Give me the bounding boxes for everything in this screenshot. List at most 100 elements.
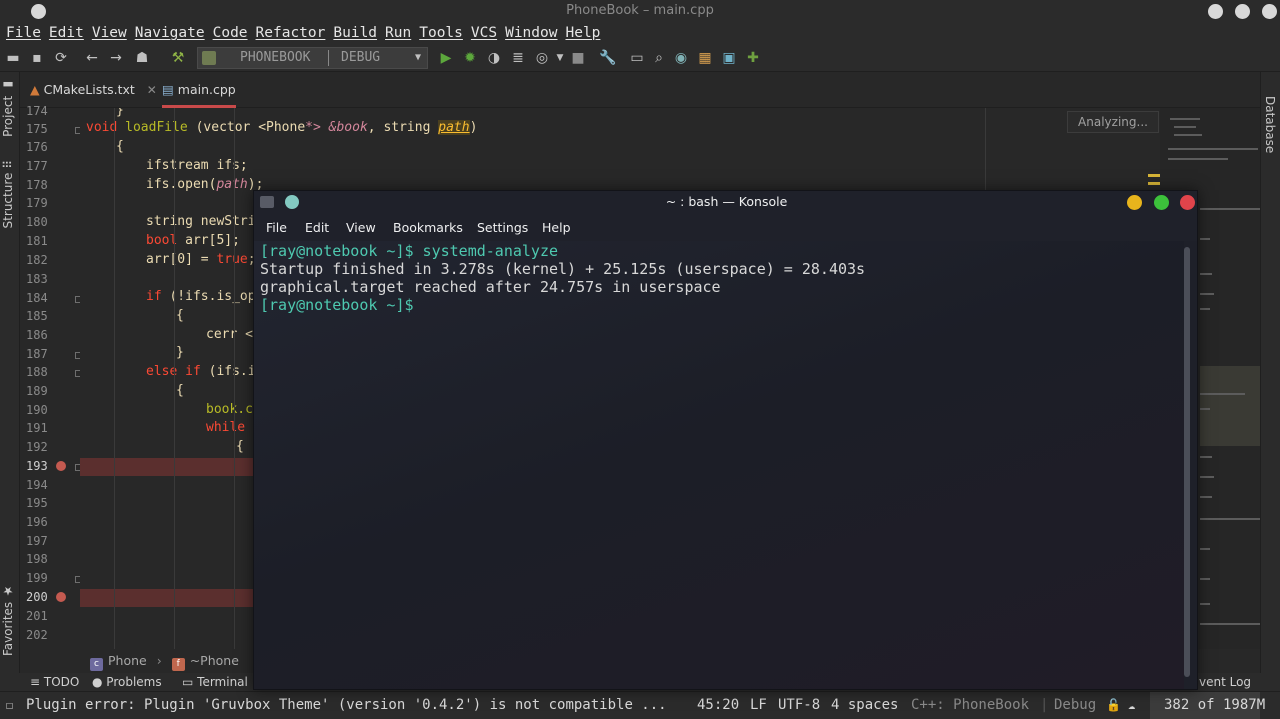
breadcrumb-item[interactable]: f ~Phone: [171, 653, 239, 671]
minimize-button[interactable]: [1208, 4, 1223, 19]
chevron-down-icon[interactable]: ▼: [551, 49, 569, 67]
tab-event-log[interactable]: vent Log: [1199, 675, 1251, 689]
tab-cmakelists[interactable]: ▲ CMakeLists.txt ✕: [30, 72, 157, 108]
konsole-menu-edit[interactable]: Edit: [305, 220, 329, 235]
menu-help[interactable]: Help: [565, 25, 600, 41]
build-config[interactable]: Debug: [1054, 692, 1096, 718]
line-number: 194: [26, 478, 48, 492]
main-toolbar: ▬ ▪ ⟳ ← → ☗ ⚒ PHONEBOOK DEBUG ▼ ▶ ✹ ◑ ≣ …: [0, 44, 1280, 72]
menu-tools[interactable]: Tools: [419, 25, 463, 41]
minimap-line: [1200, 393, 1245, 395]
status-message[interactable]: Plugin error: Plugin 'Gruvbox Theme' (ve…: [26, 692, 667, 718]
konsole-menu-file[interactable]: File: [266, 220, 287, 235]
run-config-selector[interactable]: PHONEBOOK DEBUG ▼: [197, 47, 428, 69]
breadcrumb-item[interactable]: c Phone: [90, 653, 147, 671]
minimap-line: [1200, 518, 1260, 520]
debug-bug-icon[interactable]: ✹: [461, 49, 479, 67]
forward-icon[interactable]: →: [107, 49, 125, 67]
line-number: 199: [26, 571, 48, 585]
stop-icon[interactable]: ■: [569, 49, 587, 67]
code-line: ifstream ifs;: [146, 158, 248, 173]
run-with-icon[interactable]: ◎: [533, 49, 551, 67]
sync-icon[interactable]: ⟳: [52, 49, 70, 67]
layout-icon[interactable]: ▣: [720, 49, 738, 67]
profile-icon[interactable]: ≣: [509, 49, 527, 67]
analyzing-indicator: Analyzing...: [1067, 111, 1159, 133]
menu-view[interactable]: View: [92, 25, 127, 41]
line-number: 189: [26, 384, 48, 398]
tab-problems[interactable]: ● Problems: [92, 675, 162, 689]
terminal-output[interactable]: [ray@notebook ~]$ systemd-analyze Startu…: [254, 241, 1184, 689]
vcs-user-icon[interactable]: ☗: [133, 49, 151, 67]
menu-code[interactable]: Code: [213, 25, 248, 41]
terminal-scrollbar-thumb[interactable]: [1184, 247, 1190, 677]
close-icon[interactable]: ✕: [147, 83, 157, 97]
database-tab[interactable]: Database: [1263, 96, 1277, 153]
tab-terminal[interactable]: ▭ Terminal: [182, 675, 248, 689]
line-number: 202: [26, 628, 48, 642]
tab-main-cpp[interactable]: ▤ main.cpp: [162, 72, 236, 108]
menu-edit[interactable]: Edit: [49, 25, 84, 41]
menu-window[interactable]: Window: [505, 25, 557, 41]
lock-icon[interactable]: 🔓: [1106, 692, 1121, 718]
terminal-icon[interactable]: ▭: [628, 49, 646, 67]
minimap-viewport[interactable]: [1200, 366, 1260, 446]
menu-file[interactable]: File: [6, 25, 41, 41]
line-number: 190: [26, 403, 48, 417]
breakpoint-icon[interactable]: [56, 461, 66, 471]
caret-position[interactable]: 45:20: [697, 692, 739, 718]
menu-navigate[interactable]: Navigate: [135, 25, 205, 41]
save-icon[interactable]: ▪: [28, 49, 46, 67]
build-hammer-icon[interactable]: ⚒: [169, 49, 187, 67]
konsole-menu-settings[interactable]: Settings: [477, 220, 528, 235]
indent-setting[interactable]: 4 spaces: [831, 692, 898, 718]
line-number: 184: [26, 291, 48, 305]
konsole-maximize-button[interactable]: [1154, 195, 1169, 210]
plugin-icon[interactable]: ✚: [744, 49, 762, 67]
maximize-button[interactable]: [1235, 4, 1250, 19]
line-separator[interactable]: LF: [750, 692, 767, 718]
status-panel-icon[interactable]: ☐: [6, 692, 13, 718]
tab-todo[interactable]: ≡ TODO: [30, 675, 79, 689]
valgrind-icon[interactable]: ▦: [696, 49, 714, 67]
konsole-menu-bookmarks[interactable]: Bookmarks: [393, 220, 463, 235]
konsole-menu-help[interactable]: Help: [542, 220, 571, 235]
minimap-line: [1200, 603, 1210, 605]
minimap-line: [1174, 134, 1202, 136]
minimap-line: [1200, 208, 1260, 210]
menu-vcs[interactable]: VCS: [471, 25, 497, 41]
menu-run[interactable]: Run: [385, 25, 411, 41]
code-line: void loadFile (vector <Phone*> &book, st…: [86, 120, 477, 135]
back-icon[interactable]: ←: [83, 49, 101, 67]
run-coverage-icon[interactable]: ◑: [485, 49, 503, 67]
konsole-close-button[interactable]: [1180, 195, 1195, 210]
konsole-menu-view[interactable]: View: [346, 220, 376, 235]
menu-refactor[interactable]: Refactor: [256, 25, 326, 41]
minimap-line: [1200, 578, 1210, 580]
indent-guide: [114, 108, 115, 649]
konsole-titlebar[interactable]: ~ : bash — Konsole: [254, 191, 1197, 213]
language-context[interactable]: C++: PhoneBook: [911, 692, 1029, 718]
line-number: 191: [26, 421, 48, 435]
memory-indicator[interactable]: 382 of 1987M: [1150, 692, 1265, 719]
settings-wrench-icon[interactable]: 🔧: [599, 49, 617, 67]
close-button[interactable]: [1262, 4, 1277, 19]
editor-gutter[interactable]: 174 175 176 177 178 179 180 181 182 184 …: [20, 104, 82, 649]
code-token: (vector <Phone: [187, 120, 306, 135]
breakpoint-icon[interactable]: [56, 592, 66, 602]
menu-build[interactable]: Build: [333, 25, 377, 41]
structure-tab[interactable]: Structure ⠿: [1, 160, 19, 228]
project-tab[interactable]: Project ▬: [1, 78, 19, 137]
file-encoding[interactable]: UTF-8: [778, 692, 820, 718]
status-divider: |: [1040, 697, 1049, 713]
open-folder-icon[interactable]: ▬: [4, 49, 22, 67]
database-icon[interactable]: ◉: [672, 49, 690, 67]
notifications-icon[interactable]: ☁: [1128, 692, 1135, 718]
konsole-minimize-button[interactable]: [1127, 195, 1142, 210]
favorites-tab[interactable]: Favorites ★: [1, 584, 19, 656]
code-token: if: [146, 289, 162, 304]
konsole-window[interactable]: ~ : bash — Konsole File Edit View Bookma…: [253, 190, 1198, 690]
list-icon: ≡: [30, 675, 44, 689]
run-icon[interactable]: ▶: [437, 49, 455, 67]
search-icon[interactable]: ⌕: [650, 49, 668, 67]
